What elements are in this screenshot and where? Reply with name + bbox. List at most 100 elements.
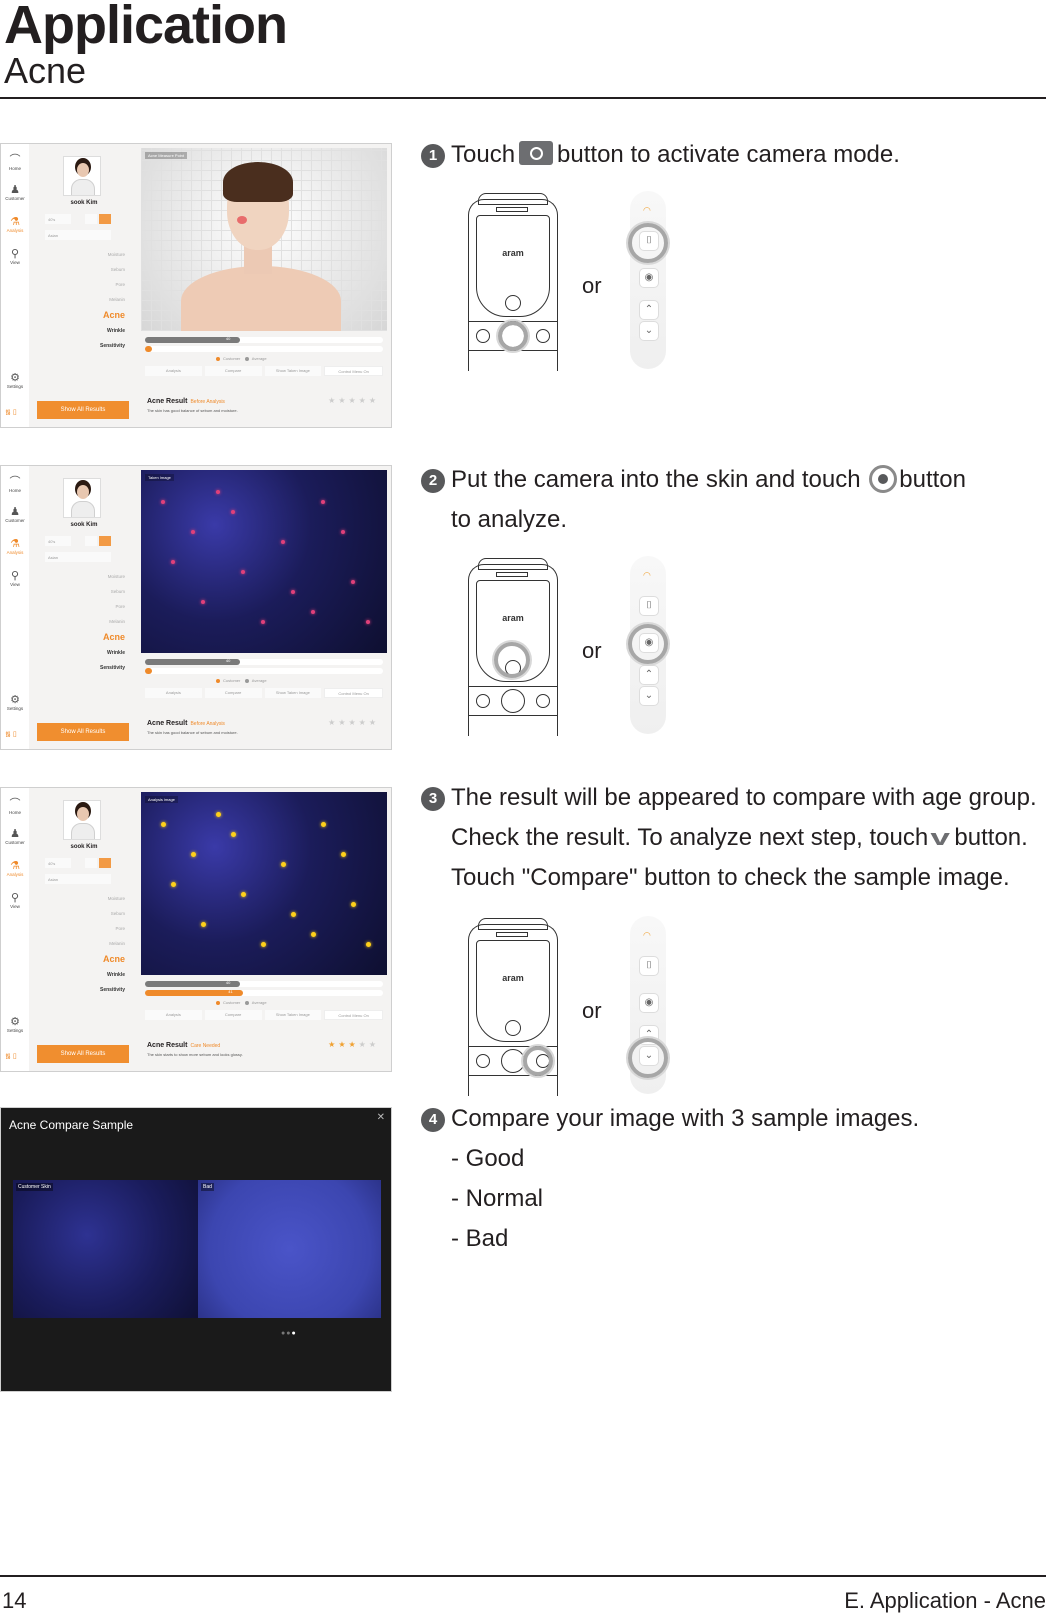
step-number-badge: 3 [421, 787, 445, 811]
age-select[interactable]: 40's [45, 536, 71, 546]
nav-item-settings[interactable]: ⚙ Settings [1, 1016, 29, 1033]
close-icon[interactable]: ✕ [377, 1112, 385, 1123]
device-camera-button[interactable] [501, 689, 525, 713]
menu-item-pore[interactable]: Pore [115, 604, 125, 609]
menu-item-melanin[interactable]: Melanin [109, 297, 125, 302]
gender-female-toggle[interactable] [99, 536, 111, 546]
menu-item-melanin[interactable]: Melanin [109, 619, 125, 624]
tab-analysis[interactable]: Analysis [145, 366, 202, 376]
menu-item-wrinkle[interactable]: Wrinkle [107, 328, 125, 334]
nav-item-analysis[interactable]: ⚗ Analysis [1, 860, 29, 877]
shutter-target-icon [869, 465, 898, 493]
menu-item-sebum[interactable]: Sebum [111, 589, 125, 594]
menu-item-sensitivity[interactable]: Sensitivity [100, 343, 125, 349]
device-left-button[interactable] [476, 329, 490, 343]
nav-item-view[interactable]: ⚲ View [1, 570, 29, 587]
nav-item-customer[interactable]: ♟ Customer [1, 506, 29, 523]
nav-item-settings[interactable]: ⚙ Settings [1, 372, 29, 389]
menu-item-acne[interactable]: Acne [103, 310, 125, 320]
menu-item-sebum[interactable]: Sebum [111, 267, 125, 272]
nav-item-home[interactable]: ⌒ Home [1, 798, 29, 815]
skin-scope-device: aram [468, 918, 562, 1096]
ethnicity-select[interactable]: Asian [45, 230, 111, 240]
menu-item-moisture[interactable]: Moisture [108, 896, 125, 901]
menu-item-pore[interactable]: Pore [115, 926, 125, 931]
tab-control-menu-on[interactable]: Control Menu On [324, 688, 383, 698]
customer-value: 41 [228, 989, 233, 994]
tab-compare[interactable]: Compare [204, 688, 262, 698]
nav-home-icon: ⌒ [9, 476, 21, 488]
remote-shutter-button[interactable]: ◉ [639, 993, 659, 1013]
menu-item-moisture[interactable]: Moisture [108, 574, 125, 579]
age-select[interactable]: 40's [45, 214, 71, 224]
nav-item-view[interactable]: ⚲ View [1, 892, 29, 909]
tab-control-menu-on[interactable]: Control Menu On [324, 366, 383, 376]
menu-item-pore[interactable]: Pore [115, 282, 125, 287]
remote-up-button[interactable]: ⌃ [639, 300, 659, 320]
nav-item-view[interactable]: ⚲ View [1, 248, 29, 265]
remote-down-button[interactable]: ⌄ [639, 686, 659, 706]
result-description: The skin has good balance of sebum and m… [147, 730, 238, 735]
show-all-results-button[interactable]: Show All Results [37, 401, 129, 419]
gender-male-toggle[interactable] [85, 214, 97, 224]
remote-camera-button[interactable]: ⌷ [639, 956, 659, 976]
remote-shutter-button[interactable]: ◉ [639, 268, 659, 288]
nav-item-analysis[interactable]: ⚗ Analysis [1, 538, 29, 555]
average-value: 40 [225, 980, 231, 985]
menu-item-wrinkle[interactable]: Wrinkle [107, 650, 125, 656]
menu-item-sensitivity[interactable]: Sensitivity [100, 665, 125, 671]
tab-show-taken-image[interactable]: Show Taken Image [264, 1010, 322, 1020]
gender-female-toggle[interactable] [99, 214, 111, 224]
gender-male-toggle[interactable] [85, 858, 97, 868]
nav-item-analysis[interactable]: ⚗ Analysis [1, 216, 29, 233]
menu-item-sensitivity[interactable]: Sensitivity [100, 987, 125, 993]
device-shutter-button[interactable] [505, 295, 521, 311]
age-select[interactable]: 40's [45, 858, 71, 868]
page-dots[interactable]: ●●● [281, 1330, 297, 1337]
device-left-button[interactable] [476, 694, 490, 708]
avatar[interactable] [63, 156, 101, 196]
tab-analysis[interactable]: Analysis [145, 688, 202, 698]
tab-analysis[interactable]: Analysis [145, 1010, 202, 1020]
tab-control-menu-on[interactable]: Control Menu On [324, 1010, 383, 1020]
nav-label: Analysis [6, 872, 24, 877]
ethnicity-select[interactable]: Asian [45, 552, 111, 562]
tab-compare[interactable]: Compare [204, 1010, 262, 1020]
device-shutter-button[interactable] [505, 1020, 521, 1036]
tab-show-taken-image[interactable]: Show Taken Image [264, 688, 322, 698]
nav-item-settings[interactable]: ⚙ Settings [1, 694, 29, 711]
device-camera-button[interactable] [501, 1049, 525, 1073]
menu-item-melanin[interactable]: Melanin [109, 941, 125, 946]
page-dot[interactable]: ● [291, 1330, 296, 1337]
nav-item-customer[interactable]: ♟ Customer [1, 828, 29, 845]
remote-camera-button[interactable]: ⌷ [639, 596, 659, 616]
device-left-button[interactable] [476, 1054, 490, 1068]
menu-item-acne[interactable]: Acne [103, 954, 125, 964]
nav-label: Customer [5, 518, 25, 523]
image-viewer: Acne Measure Point [141, 148, 387, 331]
nav-item-customer[interactable]: ♟ Customer [1, 184, 29, 201]
gender-male-toggle[interactable] [85, 536, 97, 546]
gender-female-toggle[interactable] [99, 858, 111, 868]
device-right-button[interactable] [536, 329, 550, 343]
ethnicity-select[interactable]: Asian [45, 874, 111, 884]
avatar[interactable] [63, 800, 101, 840]
avatar[interactable] [63, 478, 101, 518]
menu-item-wrinkle[interactable]: Wrinkle [107, 972, 125, 978]
show-all-results-button[interactable]: Show All Results [37, 1045, 129, 1063]
remote-up-button[interactable]: ⌃ [639, 665, 659, 685]
device-right-button[interactable] [536, 694, 550, 708]
acne-measure-point[interactable] [237, 216, 247, 224]
remote-down-button[interactable]: ⌄ [639, 321, 659, 341]
tab-show-taken-image[interactable]: Show Taken Image [264, 366, 322, 376]
menu-item-acne[interactable]: Acne [103, 632, 125, 642]
menu-item-moisture[interactable]: Moisture [108, 252, 125, 257]
wifi-battery-icon: ᯾ ▯ [5, 731, 17, 738]
legend-average: Average [251, 356, 267, 361]
nav-item-home[interactable]: ⌒ Home [1, 154, 29, 171]
skin-scope-device: aram [468, 193, 562, 371]
show-all-results-button[interactable]: Show All Results [37, 723, 129, 741]
tab-compare[interactable]: Compare [204, 366, 262, 376]
menu-item-sebum[interactable]: Sebum [111, 911, 125, 916]
nav-item-home[interactable]: ⌒ Home [1, 476, 29, 493]
